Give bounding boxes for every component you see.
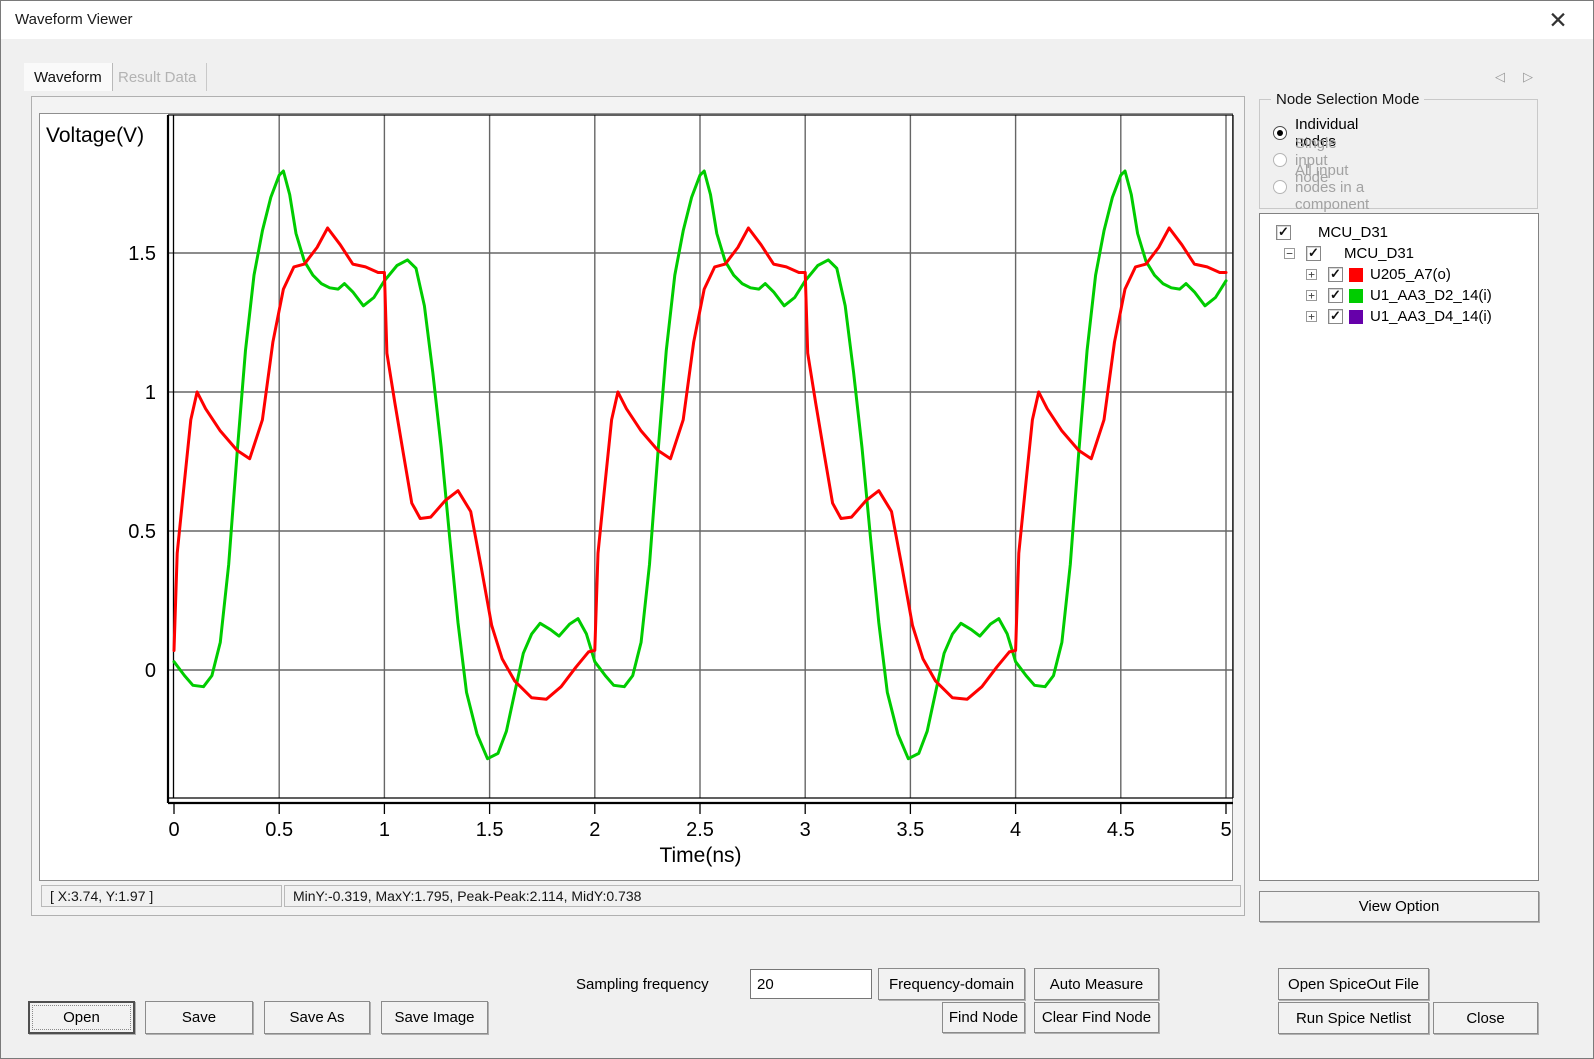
tab-scroll-right-icon[interactable]: ▷ [1523,69,1533,85]
save-button[interactable]: Save [145,1001,253,1034]
x-tick-label: 4 [1010,819,1021,841]
expand-icon[interactable]: + [1306,311,1317,322]
radio-option-2: All input nodes in a component [1273,177,1369,197]
tab-scroll-left-icon[interactable]: ◁ [1495,69,1505,85]
sampling-frequency-input[interactable] [750,969,872,999]
run-spice-netlist-button[interactable]: Run Spice Netlist [1278,1002,1429,1034]
radio-icon [1273,153,1287,167]
radio-icon[interactable] [1273,126,1287,140]
y-axis-title: Voltage(V) [46,124,144,147]
tree-node-label[interactable]: MCU_D31 [1318,224,1388,241]
expand-icon[interactable]: + [1306,290,1317,301]
tree-checkbox[interactable] [1276,225,1291,240]
tab-result-data[interactable]: Result Data [108,63,207,91]
save-as-button[interactable]: Save As [264,1001,370,1034]
save-image-button[interactable]: Save Image [381,1001,488,1034]
cursor-position-status: [ X:3.74, Y:1.97 ] [41,885,282,907]
radio-label: All input nodes in a component [1295,162,1369,213]
tree-node-label[interactable]: U1_AA3_D2_14(i) [1370,287,1492,304]
tree-checkbox[interactable] [1328,309,1343,324]
y-tick-label: 0.5 [128,521,156,543]
close-button[interactable]: Close [1433,1002,1538,1034]
x-axis-title: Time(ns) [659,844,741,867]
tab-strip: Waveform Result Data ◁ ▷ [1,39,1593,95]
y-tick-label: 1.5 [128,243,156,265]
node-tree: MCU_D31 − MCU_D31 + U205_A7(o) + U1_AA3_D2_14(… [1259,213,1539,881]
sampling-frequency-label: Sampling frequency [576,976,709,993]
clear-find-node-button[interactable]: Clear Find Node [1034,1002,1159,1033]
title-bar: Waveform Viewer ✕ [1,1,1593,39]
auto-measure-button[interactable]: Auto Measure [1034,968,1159,1000]
open-spiceout-file-button[interactable]: Open SpiceOut File [1278,968,1429,1000]
tree-checkbox[interactable] [1306,246,1321,261]
x-tick-label: 0 [168,819,179,841]
x-tick-label: 3.5 [896,819,924,841]
x-tick-label: 1.5 [476,819,504,841]
frequency-domain-button[interactable]: Frequency-domain [878,968,1025,1000]
y-tick-label: 1 [145,382,156,404]
waveform-chart[interactable]: 0 0.5 1 1.5 2 2.5 3 3.5 4 4.5 5 0 0.5 1 1.5 Voltage(V) T… [39,113,1233,881]
tree-node-label[interactable]: U205_A7(o) [1370,266,1451,283]
close-icon[interactable]: ✕ [1541,5,1575,35]
x-tick-label: 2.5 [686,819,714,841]
node-selection-title: Node Selection Mode [1271,91,1424,108]
open-button[interactable]: Open [28,1001,135,1034]
collapse-icon[interactable]: − [1284,248,1295,259]
x-tick-label: 3 [800,819,811,841]
series-color-swatch [1349,268,1363,282]
x-tick-label: 0.5 [265,819,293,841]
radio-icon [1273,180,1287,194]
chart-canvas[interactable]: 0 0.5 1 1.5 2 2.5 3 3.5 4 4.5 5 0 0.5 1 1.5 Voltage(V) T… [40,114,1234,882]
x-tick-label: 4.5 [1107,819,1135,841]
waveform-viewer-window: { "window": { "title": "Waveform Viewer"… [0,0,1594,1059]
y-tick-label: 0 [145,660,156,682]
window-title: Waveform Viewer [15,11,133,28]
find-node-button[interactable]: Find Node [942,1002,1025,1033]
measurement-status: MinY:-0.319, MaxY:1.795, Peak-Peak:2.114… [284,885,1241,907]
expand-icon[interactable]: + [1306,269,1317,280]
series-color-swatch [1349,289,1363,303]
tree-node-label[interactable]: U1_AA3_D4_14(i) [1370,308,1492,325]
tab-waveform[interactable]: Waveform [24,63,113,91]
x-tick-label: 2 [589,819,600,841]
view-option-button[interactable]: View Option [1259,891,1539,922]
x-tick-label: 5 [1220,819,1231,841]
series-color-swatch [1349,310,1363,324]
x-tick-label: 1 [379,819,390,841]
tree-checkbox[interactable] [1328,288,1343,303]
tree-checkbox[interactable] [1328,267,1343,282]
tree-node-label[interactable]: MCU_D31 [1344,245,1414,262]
